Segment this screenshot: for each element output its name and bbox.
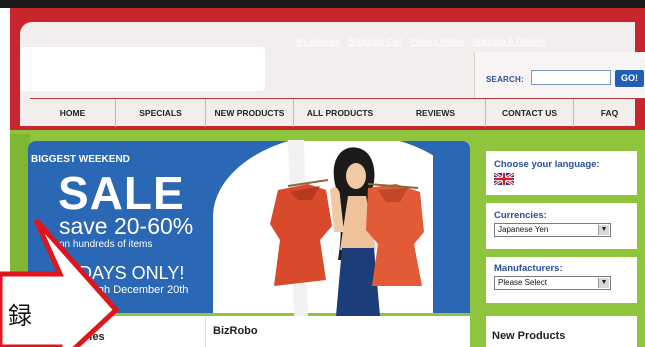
new-products-title: New Products	[492, 330, 566, 342]
search-go-button[interactable]: GO!	[615, 70, 644, 87]
link-shopping-cart[interactable]: Shopping Cart	[348, 36, 402, 50]
currencies-box: Currencies: Japanese Yen ▼	[486, 203, 637, 249]
manufacturer-value: Please Select	[498, 278, 547, 287]
manufacturers-title: Manufacturers:	[494, 263, 563, 274]
link-privacy-notice[interactable]: Privacy Notice	[410, 36, 464, 50]
new-products-panel: New Products	[486, 316, 637, 347]
nav-faq[interactable]: FAQ	[574, 99, 645, 127]
top-links: My Account Shopping Cart Privacy Notice …	[296, 36, 546, 50]
uk-flag-icon[interactable]	[494, 173, 514, 185]
nav-all-products[interactable]: ALL PRODUCTS	[294, 99, 386, 127]
logo-area	[20, 47, 265, 91]
manufacturer-select[interactable]: Please Select ▼	[494, 276, 611, 290]
currency-select[interactable]: Japanese Yen ▼	[494, 223, 611, 237]
link-shipping-returns[interactable]: Shipping & Returns	[473, 36, 546, 50]
currencies-title: Currencies:	[494, 210, 547, 221]
callout-text: 録	[8, 303, 32, 330]
bizrobo-panel: BizRobo	[205, 316, 470, 347]
nav-reviews[interactable]: REVIEWS	[386, 99, 486, 127]
nav-contact-us[interactable]: CONTACT US	[486, 99, 574, 127]
chevron-down-icon[interactable]: ▼	[598, 225, 609, 235]
fashion-model-illustration	[270, 140, 424, 316]
top-strip	[0, 0, 645, 8]
nav-specials[interactable]: SPECIALS	[116, 99, 206, 127]
search-label: SEARCH:	[486, 75, 524, 84]
nav-home[interactable]: HOME	[30, 99, 116, 127]
banner-right-edge	[433, 141, 470, 313]
language-title: Choose your language:	[494, 159, 600, 170]
nav-new-products[interactable]: NEW PRODUCTS	[206, 99, 294, 127]
manufacturers-box: Manufacturers: Please Select ▼	[486, 257, 637, 303]
search-input[interactable]	[531, 70, 611, 85]
link-my-account[interactable]: My Account	[296, 36, 340, 50]
currency-value: Japanese Yen	[498, 225, 549, 234]
chevron-down-icon[interactable]: ▼	[598, 278, 609, 288]
banner-line-biggest: BIGGEST WEEKEND	[31, 154, 130, 165]
language-box: Choose your language:	[486, 151, 637, 195]
bizrobo-title: BizRobo	[213, 325, 258, 337]
main-nav: HOME SPECIALS NEW PRODUCTS ALL PRODUCTS …	[30, 98, 645, 127]
